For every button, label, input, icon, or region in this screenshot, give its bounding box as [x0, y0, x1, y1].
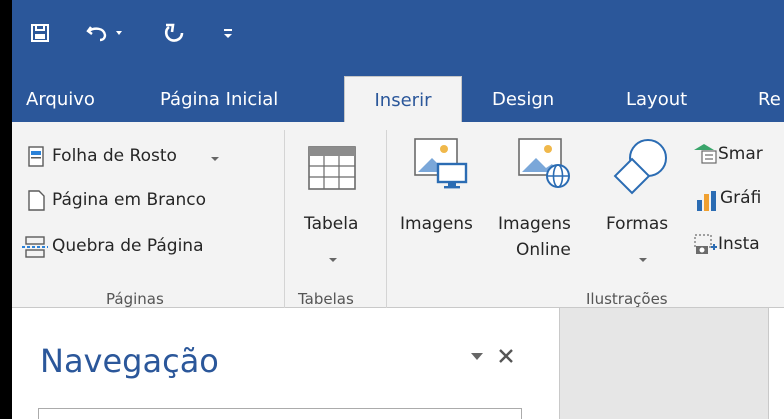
navigation-pane-title: Navegação — [40, 342, 219, 380]
ribbon-tabs: Arquivo Página Inicial Inserir Design La… — [12, 76, 784, 123]
chevron-down-icon — [639, 258, 647, 262]
group-label-tabelas: Tabelas — [298, 290, 354, 308]
customize-qat-icon — [224, 29, 232, 38]
tab-pagina-inicial[interactable]: Página Inicial — [160, 76, 278, 122]
cover-page-label: Folha de Rosto — [52, 146, 177, 166]
undo-dropdown[interactable] — [112, 18, 126, 48]
shapes-label: Formas — [606, 214, 669, 234]
images-button[interactable]: Imagens — [396, 132, 488, 282]
page-break-button[interactable]: Quebra de Página — [20, 232, 260, 262]
screenshot-button[interactable]: Insta — [692, 230, 784, 260]
blank-page-button[interactable]: Página em Branco — [20, 186, 260, 216]
undo-icon — [86, 26, 107, 42]
repeat-button[interactable] — [160, 18, 188, 48]
group-label-paginas: Páginas — [106, 290, 164, 308]
tab-revisao[interactable]: Re — [758, 76, 781, 122]
screenshot-label: Insta — [718, 234, 760, 254]
smartart-label: Smar — [718, 144, 763, 164]
smartart-button[interactable]: Smar — [692, 140, 784, 170]
tab-inserir[interactable]: Inserir — [344, 76, 462, 123]
table-icon — [308, 146, 356, 190]
picture-from-device-icon — [414, 138, 468, 189]
tab-design[interactable]: Design — [492, 76, 554, 122]
tab-arquivo[interactable]: Arquivo — [26, 76, 95, 122]
chevron-down-icon — [116, 31, 122, 35]
ribbon: Folha de Rosto Página em Branco Quebra d… — [12, 122, 784, 308]
table-button[interactable]: Tabela — [292, 132, 374, 282]
online-images-label-line2: Online — [516, 240, 571, 260]
images-label: Imagens — [400, 214, 473, 234]
chevron-down-icon — [329, 258, 337, 262]
cover-page-icon — [28, 146, 44, 167]
chart-icon — [697, 191, 716, 211]
repeat-icon — [164, 23, 184, 42]
blank-page-icon — [28, 190, 45, 211]
chevron-down-icon — [211, 157, 219, 161]
save-icon — [31, 24, 49, 42]
smartart-icon — [694, 144, 717, 164]
online-pictures-icon — [518, 138, 570, 188]
pane-options-button[interactable] — [468, 348, 488, 368]
screenshot-icon — [694, 234, 717, 254]
page-break-icon — [22, 236, 48, 258]
chart-label: Gráfi — [720, 188, 762, 208]
page-break-label: Quebra de Página — [52, 236, 204, 256]
close-pane-button[interactable] — [496, 346, 520, 370]
cover-page-button[interactable]: Folha de Rosto — [20, 142, 260, 172]
table-label: Tabela — [304, 214, 359, 234]
undo-button[interactable] — [82, 18, 112, 48]
online-images-button[interactable]: Imagens Online — [498, 132, 594, 282]
online-images-label-line1: Imagens — [498, 214, 571, 234]
navigation-pane: Navegação — [12, 308, 560, 419]
tab-layout[interactable]: Layout — [626, 76, 687, 122]
document-area — [560, 308, 784, 419]
group-label-ilustracoes: Ilustrações — [586, 290, 668, 308]
customize-qat-button[interactable] — [218, 18, 238, 48]
group-separator — [386, 130, 387, 308]
navigation-search-input[interactable] — [38, 408, 522, 419]
chevron-down-icon — [471, 353, 483, 360]
blank-page-label: Página em Branco — [52, 190, 207, 210]
shapes-button[interactable]: Formas — [602, 132, 686, 282]
document-page[interactable] — [768, 308, 784, 419]
quick-access-toolbar — [12, 0, 784, 76]
chart-button[interactable]: Gráfi — [692, 184, 784, 214]
save-button[interactable] — [26, 18, 54, 48]
close-icon — [499, 349, 513, 363]
shapes-icon — [613, 139, 667, 195]
word-window: Arquivo Página Inicial Inserir Design La… — [12, 0, 784, 419]
group-separator — [284, 130, 285, 308]
